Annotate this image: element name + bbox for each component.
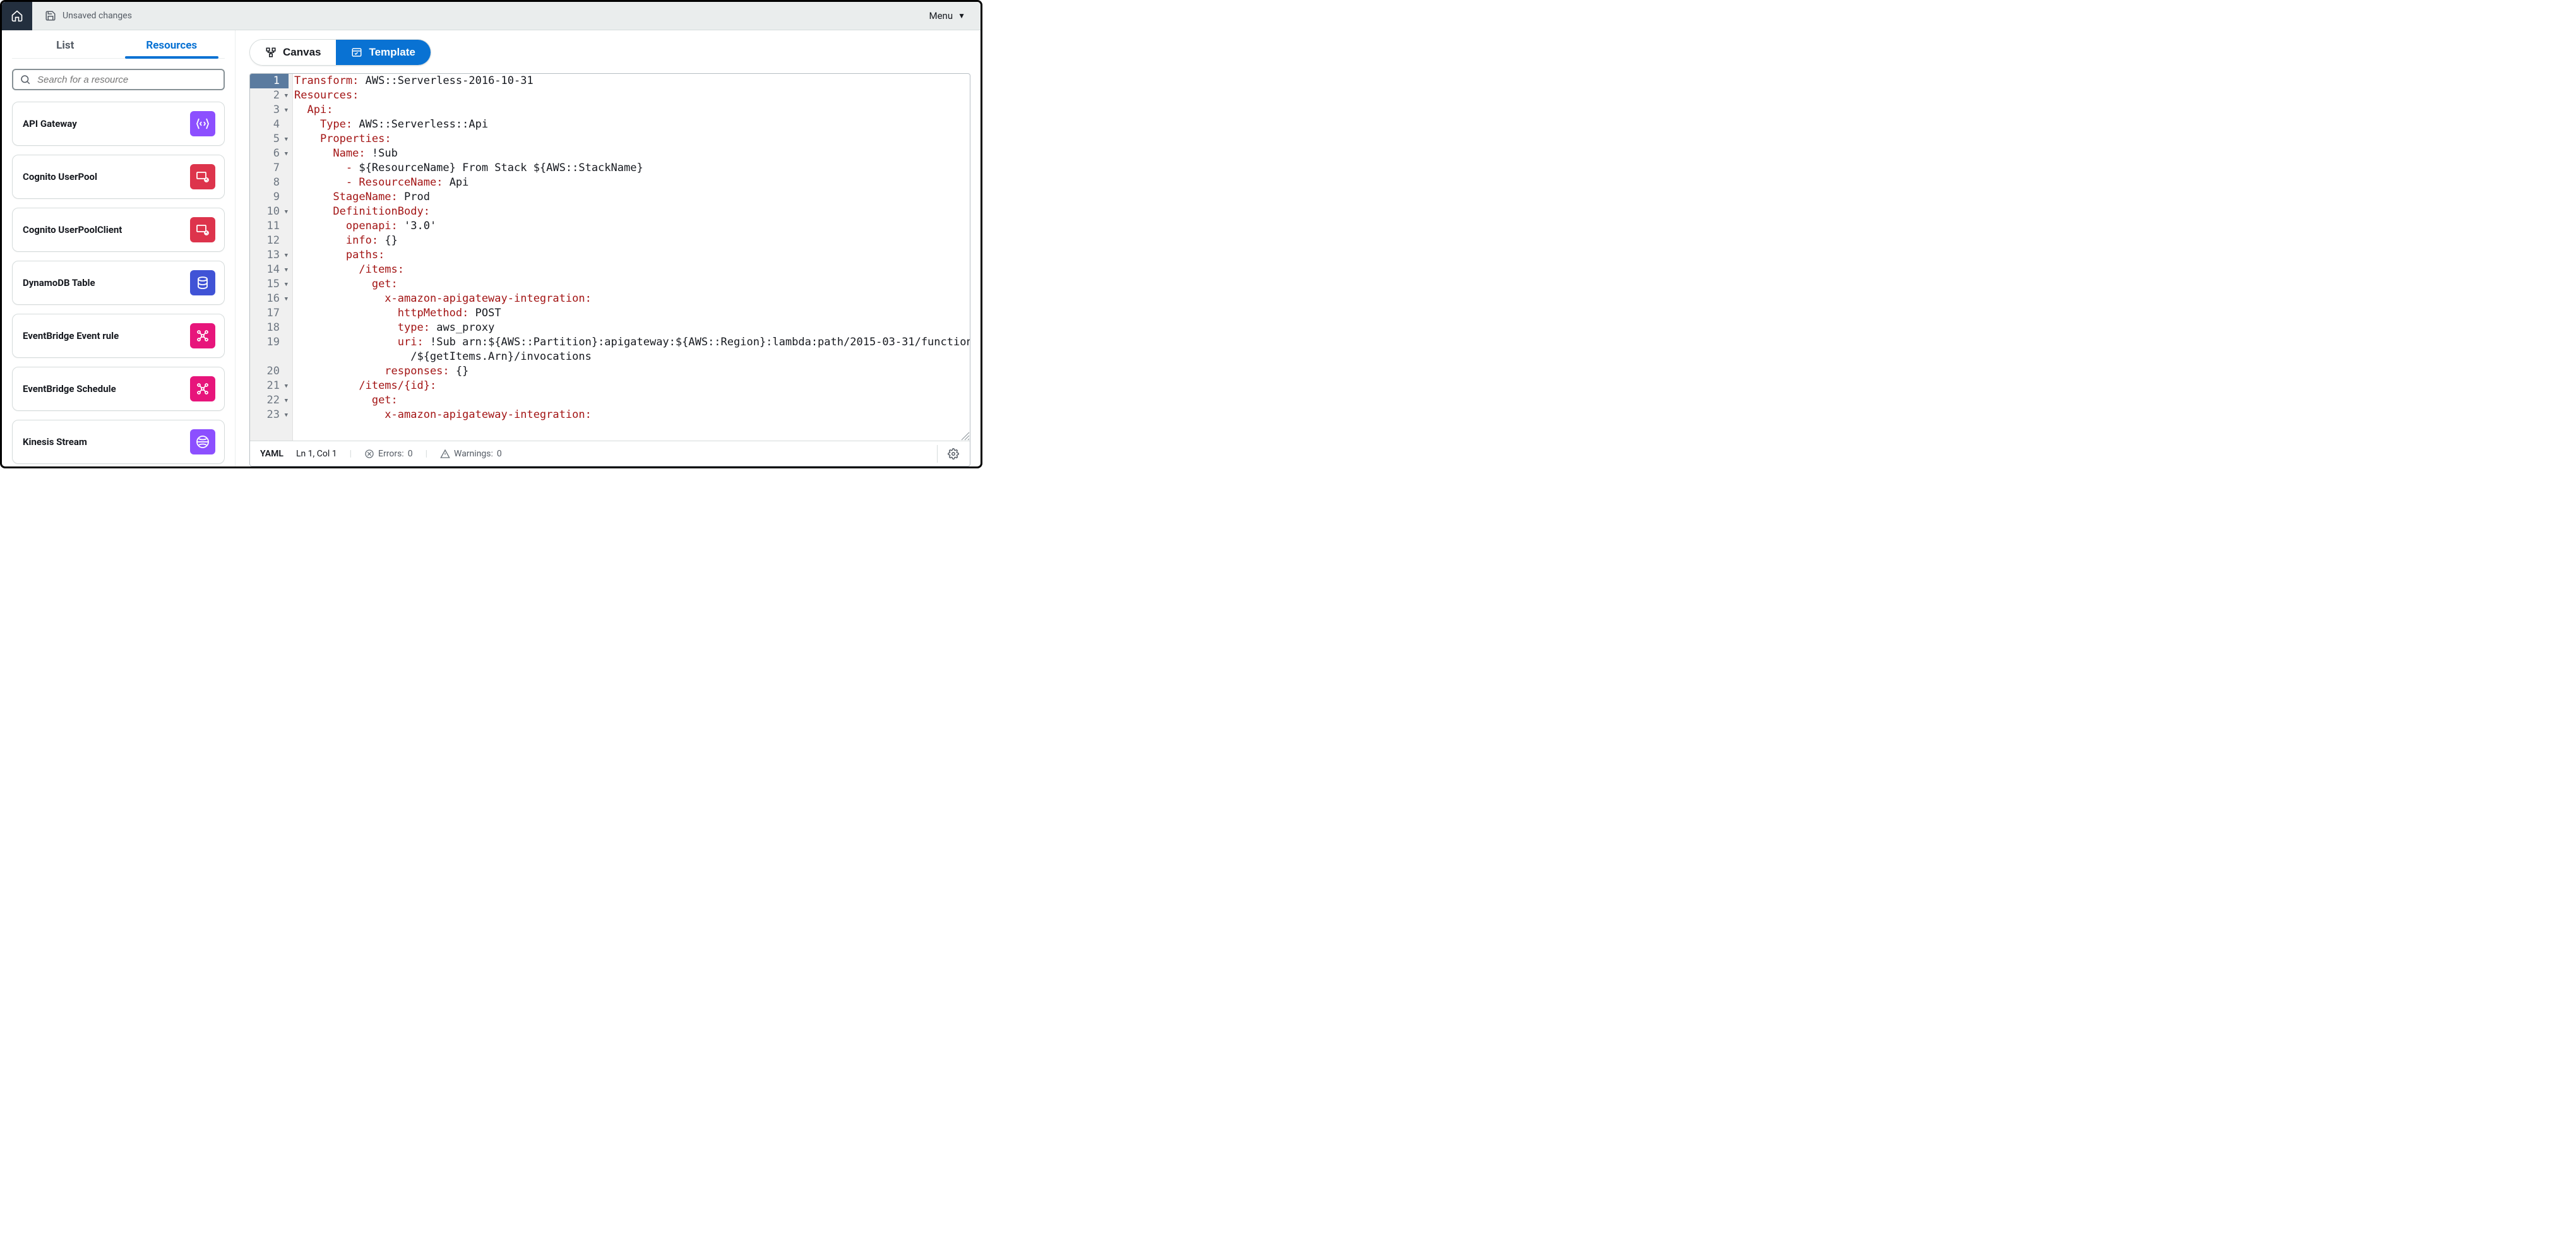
line-gutter[interactable]: 12▼3▼45▼6▼78910▼111213▼14▼15▼16▼17181920… xyxy=(250,74,293,441)
error-icon xyxy=(364,449,374,459)
menu-button[interactable]: Menu ▼ xyxy=(914,10,981,21)
warning-icon xyxy=(440,449,450,459)
canvas-view-button[interactable]: Canvas xyxy=(250,40,336,65)
home-button[interactable] xyxy=(2,2,32,30)
cognito-icon xyxy=(190,217,215,242)
resource-cognito-userpool[interactable]: Cognito UserPool xyxy=(12,155,225,199)
sidebar-tabs: List Resources xyxy=(12,30,225,59)
resource-eventbridge-schedule[interactable]: EventBridge Schedule xyxy=(12,367,225,411)
status-language[interactable]: YAML xyxy=(260,449,283,459)
kinesis-icon xyxy=(190,429,215,454)
eventbridge-icon xyxy=(190,323,215,348)
canvas-label: Canvas xyxy=(283,46,321,59)
save-status-text: Unsaved changes xyxy=(63,11,132,21)
resource-label: Kinesis Stream xyxy=(23,436,87,448)
resource-cognito-userpoolclient[interactable]: Cognito UserPoolClient xyxy=(12,208,225,252)
resource-dynamodb-table[interactable]: DynamoDB Table xyxy=(12,261,225,305)
chevron-down-icon: ▼ xyxy=(958,11,965,20)
save-icon xyxy=(45,10,56,21)
save-status: Unsaved changes xyxy=(32,10,145,21)
template-label: Template xyxy=(369,46,415,59)
resource-eventbridge-rule[interactable]: EventBridge Event rule xyxy=(12,314,225,358)
code-editor[interactable]: 12▼3▼45▼6▼78910▼111213▼14▼15▼16▼17181920… xyxy=(249,73,970,466)
resource-label: Cognito UserPoolClient xyxy=(23,224,122,235)
cognito-icon xyxy=(190,164,215,189)
status-errors[interactable]: Errors: 0 xyxy=(364,449,413,459)
status-cursor: Ln 1, Col 1 xyxy=(296,449,337,459)
search-input[interactable] xyxy=(37,74,217,85)
resource-label: Cognito UserPool xyxy=(23,171,97,182)
search-icon xyxy=(20,74,31,85)
resource-kinesis-stream[interactable]: Kinesis Stream xyxy=(12,420,225,464)
api-gateway-icon xyxy=(190,111,215,136)
status-warnings[interactable]: Warnings: 0 xyxy=(440,449,502,459)
topbar: Unsaved changes Menu ▼ xyxy=(2,2,981,30)
tab-resources[interactable]: Resources xyxy=(119,30,225,58)
resize-handle-icon[interactable] xyxy=(961,432,970,441)
template-icon xyxy=(351,47,362,58)
resource-label: API Gateway xyxy=(23,118,77,129)
resource-label: DynamoDB Table xyxy=(23,277,95,288)
resource-label: EventBridge Event rule xyxy=(23,330,119,341)
resource-list: API Gateway Cognito UserPool Cognito Use… xyxy=(12,102,225,466)
sidebar: List Resources API Gateway Cognito UserP… xyxy=(2,30,236,466)
main-panel: Canvas Template 12▼3▼45▼6▼78910▼111213▼1… xyxy=(236,30,981,466)
view-toggle: Canvas Template xyxy=(249,39,970,66)
template-view-button[interactable]: Template xyxy=(336,40,430,65)
resource-label: EventBridge Schedule xyxy=(23,383,116,395)
dynamodb-icon xyxy=(190,270,215,295)
eventbridge-icon xyxy=(190,376,215,401)
editor-settings-button[interactable] xyxy=(937,445,960,463)
tab-list[interactable]: List xyxy=(12,30,119,58)
search-resource-wrap[interactable] xyxy=(12,69,225,90)
editor-statusbar: YAML Ln 1, Col 1 | Errors: 0 | xyxy=(250,441,970,466)
gear-icon xyxy=(948,448,959,460)
menu-label: Menu xyxy=(929,10,953,21)
canvas-icon xyxy=(265,47,277,58)
code-body[interactable]: Transform: AWS::Serverless-2016-10-31Res… xyxy=(293,74,970,441)
resource-api-gateway[interactable]: API Gateway xyxy=(12,102,225,146)
